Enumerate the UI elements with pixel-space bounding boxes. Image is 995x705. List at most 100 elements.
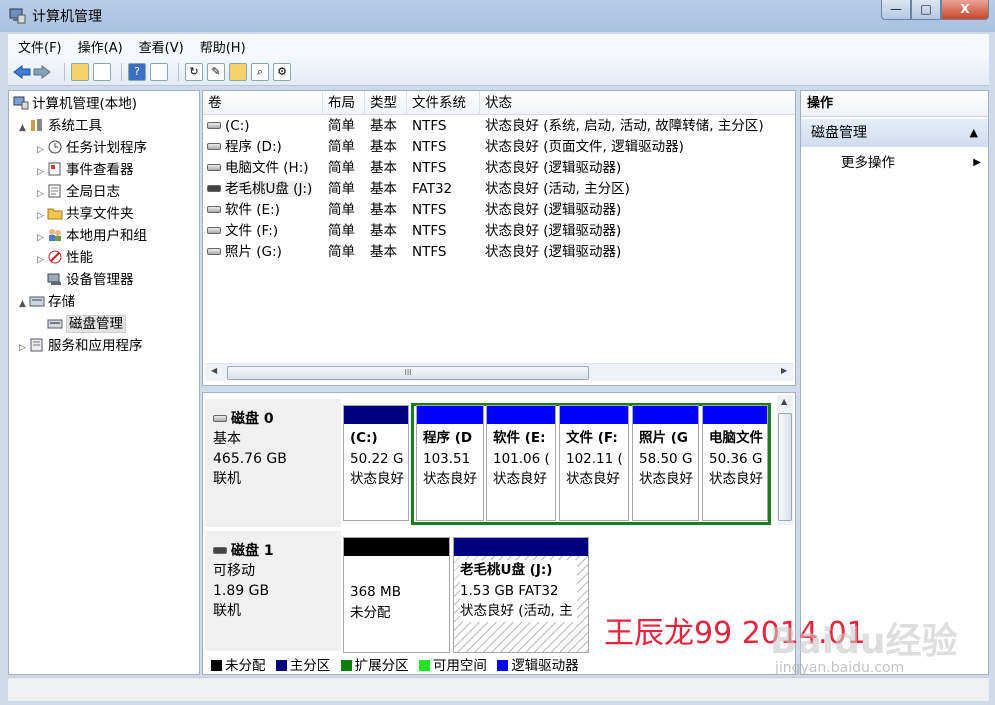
expand-arrow-icon[interactable]: ▷	[37, 250, 47, 270]
scrollbar-thumb[interactable]: III	[227, 366, 589, 380]
table-row[interactable]: 文件 (F:) 简单 基本 NTFS 状态良好 (逻辑驱动器)	[203, 221, 795, 242]
table-row[interactable]: 老毛桃U盘 (J:) 简单 基本 FAT32 状态良好 (活动, 主分区)	[203, 179, 795, 200]
navigation-tree: 计算机管理(本地) ▲ 系统工具 ▷ 任务计划程序 ▷ 事件查看器 ▷ 全局日志 ▷ 共享…	[8, 90, 200, 675]
partition-g[interactable]: 照片 (G 58.50 G 状态良好	[632, 405, 699, 521]
tree-item-shared-folders[interactable]: ▷ 共享文件夹	[37, 204, 134, 224]
collapse-arrow-icon[interactable]: ▲	[970, 119, 978, 147]
vertical-scrollbar[interactable]: ▲	[777, 395, 793, 525]
scroll-right-arrow-icon[interactable]: ▶	[781, 366, 787, 375]
partition-name: 文件 (F:	[566, 430, 618, 446]
tree-label: 设备管理器	[66, 272, 134, 288]
tree-item-services-applications[interactable]: ▷ 服务和应用程序	[19, 336, 143, 356]
table-row[interactable]: 电脑文件 (H:) 简单 基本 NTFS 状态良好 (逻辑驱动器)	[203, 158, 795, 179]
more-actions-item[interactable]: 更多操作 ▶	[841, 153, 981, 173]
disk-size: 465.76 GB	[213, 451, 287, 467]
tree-item-event-viewer[interactable]: ▷ 事件查看器	[37, 160, 134, 180]
expand-arrow-icon[interactable]: ▷	[37, 140, 47, 160]
tree-item-system-tools[interactable]: ▲ 系统工具	[19, 116, 102, 136]
expand-arrow-icon[interactable]: ▷	[37, 228, 47, 248]
volume-name: 软件 (E:)	[225, 202, 280, 218]
settings-icon[interactable]: ⚙	[273, 62, 291, 81]
menu-bar: 文件(F) 操作(A) 查看(V) 帮助(H)	[8, 34, 989, 58]
menu-help[interactable]: 帮助(H)	[200, 37, 246, 56]
help-icon[interactable]: ?	[128, 62, 146, 81]
scroll-up-arrow-icon[interactable]: ▲	[781, 397, 787, 406]
show-hide-tree-icon[interactable]	[93, 62, 111, 81]
tree-item-performance[interactable]: ▷ 性能	[37, 248, 93, 268]
tree-item-storage[interactable]: ▲ 存储	[19, 292, 75, 312]
collapse-arrow-icon[interactable]: ▲	[19, 294, 29, 314]
partition-f[interactable]: 文件 (F: 102.11 ( 状态良好	[559, 405, 629, 521]
forward-arrow-icon[interactable]	[32, 63, 52, 81]
tree-item-disk-management[interactable]: 磁盘管理	[37, 314, 126, 334]
tree-item-computer-management[interactable]: 计算机管理(本地)	[13, 94, 137, 114]
tree-item-local-users-groups[interactable]: ▷ 本地用户和组	[37, 226, 147, 246]
disk-size: 1.89 GB	[213, 583, 270, 599]
volume-status: 状态良好 (系统, 启动, 活动, 故障转储, 主分区)	[485, 118, 764, 134]
expand-arrow-icon[interactable]: ▷	[37, 162, 47, 182]
log-icon	[48, 184, 61, 198]
tree-item-task-scheduler[interactable]: ▷ 任务计划程序	[37, 138, 147, 158]
expand-arrow-icon[interactable]: ▷	[37, 184, 47, 204]
partition-bar	[344, 538, 449, 556]
tree-item-global-log[interactable]: ▷ 全局日志	[37, 182, 120, 202]
back-arrow-icon[interactable]	[12, 63, 32, 81]
scrollbar-thumb[interactable]	[778, 413, 792, 521]
column-type[interactable]: 类型	[365, 91, 407, 115]
column-filesystem[interactable]: 文件系统	[407, 91, 480, 115]
horizontal-scrollbar[interactable]: ◀ III ▶	[205, 363, 793, 381]
table-row[interactable]: 软件 (E:) 简单 基本 NTFS 状态良好 (逻辑驱动器)	[203, 200, 795, 221]
volume-type: 基本	[370, 118, 397, 134]
tree-label: 本地用户和组	[66, 228, 147, 244]
section-label: 磁盘管理	[811, 125, 867, 141]
minimize-button[interactable]: —	[881, 0, 911, 20]
column-volume[interactable]: 卷	[203, 91, 323, 115]
menu-action[interactable]: 操作(A)	[78, 37, 123, 56]
partition-size: 102.11 (	[566, 450, 623, 467]
storage-icon	[29, 296, 45, 307]
partition-j[interactable]: 老毛桃U盘 (J:) 1.53 GB FAT32 状态良好 (活动, 主	[453, 537, 589, 653]
refresh-icon[interactable]: ↻	[185, 62, 203, 81]
table-row[interactable]: 照片 (G:) 简单 基本 NTFS 状态良好 (逻辑驱动器)	[203, 242, 795, 263]
baidu-url-watermark: jingyan.baidu.com	[775, 660, 905, 676]
up-folder-icon[interactable]	[71, 62, 89, 81]
close-button[interactable]: X	[941, 0, 989, 20]
actions-header: 操作	[801, 91, 988, 117]
properties-icon[interactable]: ✎	[207, 62, 225, 81]
menu-file[interactable]: 文件(F)	[18, 37, 62, 56]
open-folder-icon[interactable]	[229, 62, 247, 81]
volume-status: 状态良好 (活动, 主分区)	[485, 181, 630, 197]
show-hide-action-pane-icon[interactable]	[150, 62, 168, 81]
table-row[interactable]: (C:) 简单 基本 NTFS 状态良好 (系统, 启动, 活动, 故障转储, …	[203, 116, 795, 137]
column-layout[interactable]: 布局	[323, 91, 365, 115]
table-row[interactable]: 程序 (D:) 简单 基本 NTFS 状态良好 (页面文件, 逻辑驱动器)	[203, 137, 795, 158]
expand-arrow-icon[interactable]: ▷	[37, 206, 47, 226]
volume-layout: 简单	[328, 181, 355, 197]
expand-arrow-icon[interactable]: ▷	[19, 338, 29, 358]
partition-c[interactable]: (C:) 50.22 G 状态良好	[343, 405, 409, 521]
partition-unallocated[interactable]: 368 MB 未分配	[343, 537, 450, 653]
disk-1-label[interactable]: 磁盘 1 可移动 1.89 GB 联机	[205, 531, 341, 651]
legend: 未分配 主分区 扩展分区 可用空间 逻辑驱动器	[205, 657, 793, 675]
search-icon[interactable]: ⌕	[251, 62, 269, 81]
partition-size: 368 MB	[350, 584, 401, 600]
legend-label: 主分区	[289, 658, 331, 674]
menu-view[interactable]: 查看(V)	[139, 37, 184, 56]
partition-e[interactable]: 软件 (E: 101.06 (状态良好	[486, 405, 556, 521]
partition-h[interactable]: 电脑文件 50.36 G 状态良好	[702, 405, 768, 521]
actions-section-disk-management[interactable]: 磁盘管理 ▲	[801, 119, 988, 147]
partition-bar	[454, 538, 588, 556]
disk-0-label[interactable]: 磁盘 0 基本 465.76 GB 联机	[205, 399, 341, 527]
disk-state: 联机	[213, 471, 241, 487]
partition-status: 状态良好	[566, 471, 620, 487]
maximize-button[interactable]: □	[911, 0, 941, 20]
collapse-arrow-icon[interactable]: ▲	[19, 118, 29, 138]
partition-name: (C:)	[350, 430, 378, 446]
tree-item-device-manager[interactable]: 设备管理器	[37, 270, 134, 290]
scroll-left-arrow-icon[interactable]: ◀	[211, 366, 217, 375]
partition-d[interactable]: 程序 (D 103.51 状态良好	[416, 405, 484, 521]
tree-label: 系统工具	[48, 118, 102, 134]
partition-bar	[344, 406, 408, 424]
volume-layout: 简单	[328, 244, 355, 260]
column-status[interactable]: 状态	[480, 91, 795, 115]
